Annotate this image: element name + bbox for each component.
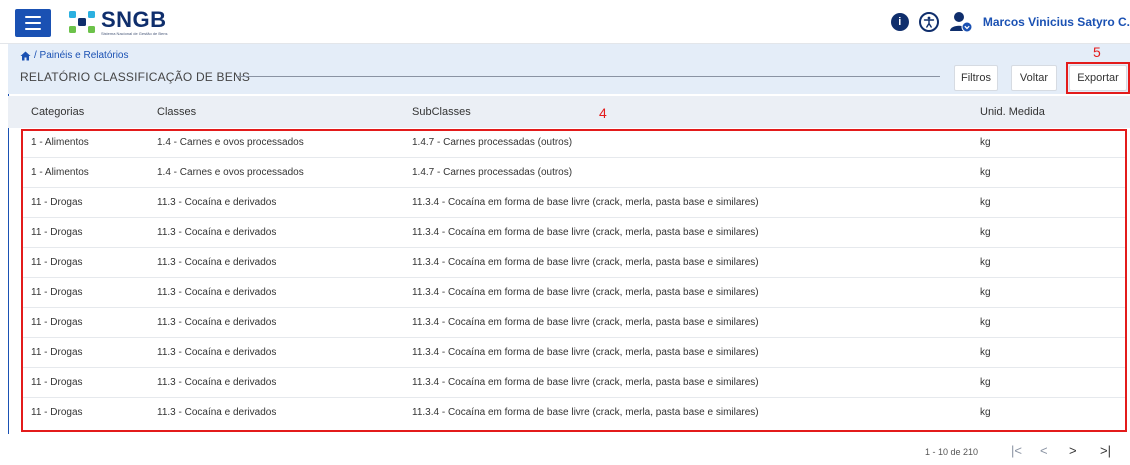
- logo-mark-icon: [69, 11, 95, 33]
- first-page-icon[interactable]: |<: [1011, 443, 1022, 458]
- pagination-range: 1 - 10 de 210: [925, 447, 979, 457]
- last-page-icon[interactable]: >|: [1100, 443, 1111, 458]
- title-divider: [236, 76, 940, 77]
- column-header-subclasses[interactable]: SubClasses: [412, 106, 471, 118]
- header-actions: i Marcos Vinicius Satyro C.: [890, 10, 1130, 34]
- home-icon[interactable]: [20, 51, 31, 61]
- logo-word: SNGB: [101, 6, 167, 32]
- annotation-marker-5: 5: [1093, 44, 1101, 60]
- export-highlight-box: [1066, 62, 1130, 94]
- chevron-left-icon[interactable]: <: [1040, 443, 1048, 458]
- column-header-classes[interactable]: Classes: [157, 106, 196, 118]
- top-navbar: SNGB Sistema Nacional de Gestão de Bens …: [0, 0, 1130, 44]
- column-header-unid-medida[interactable]: Unid. Medida: [980, 106, 1045, 118]
- sngb-logo[interactable]: SNGB Sistema Nacional de Gestão de Bens: [67, 8, 167, 36]
- page-title: RELATÓRIO CLASSIFICAÇÃO DE BENS: [20, 70, 251, 84]
- user-name[interactable]: Marcos Vinicius Satyro C.: [983, 15, 1130, 29]
- filters-button[interactable]: Filtros: [954, 65, 998, 91]
- column-header-categorias[interactable]: Categorias: [31, 106, 84, 118]
- logo-subtitle: Sistema Nacional de Gestão de Bens: [101, 30, 168, 36]
- menu-line: [25, 16, 41, 18]
- info-icon[interactable]: i: [890, 13, 909, 31]
- breadcrumb-label[interactable]: / Painéis e Relatórios: [34, 50, 129, 61]
- annotation-marker-4: 4: [599, 105, 607, 121]
- hamburger-menu-button[interactable]: [15, 9, 51, 37]
- breadcrumb[interactable]: / Painéis e Relatórios: [20, 50, 129, 61]
- table-highlight-box: [21, 129, 1127, 432]
- accessibility-icon[interactable]: [918, 12, 939, 32]
- chevron-right-icon[interactable]: >: [1069, 443, 1077, 458]
- accessibility-figure: [923, 16, 935, 28]
- back-button[interactable]: Voltar: [1011, 65, 1057, 91]
- menu-line: [25, 28, 41, 30]
- menu-line: [25, 22, 41, 24]
- user-account-icon[interactable]: [949, 11, 973, 33]
